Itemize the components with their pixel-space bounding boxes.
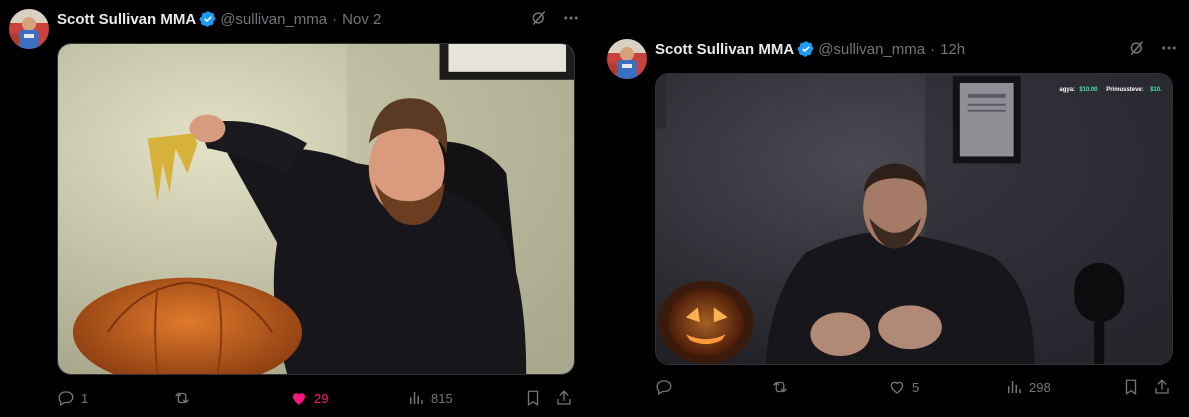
tweet-header: Scott Sullivan MMA @sullivan_mma · 12h [655, 39, 965, 59]
reply-icon [58, 391, 74, 406]
like-button[interactable]: 29 [290, 387, 328, 409]
share-icon [557, 390, 571, 405]
share-icon [1155, 379, 1169, 394]
tweet-actions: 5 298 [655, 376, 1175, 398]
more-icon[interactable] [1160, 39, 1178, 57]
bookmark-button[interactable] [524, 387, 542, 409]
bookmark-icon [527, 390, 539, 407]
author-name[interactable]: Scott Sullivan MMA [655, 41, 794, 58]
views-icon [410, 392, 423, 404]
views-button[interactable]: 298 [1005, 376, 1051, 398]
grok-icon[interactable] [1128, 39, 1146, 57]
view-count: 298 [1029, 379, 1051, 395]
share-button[interactable] [1153, 376, 1171, 398]
reply-button[interactable]: 1 [57, 387, 88, 409]
tweet-top-actions [1128, 39, 1178, 57]
separator-dot: · [930, 40, 936, 58]
bookmark-icon [1125, 379, 1137, 396]
like-count: 29 [314, 390, 329, 406]
tweet-card[interactable]: Scott Sullivan MMA @sullivan_mma · Nov 2 [0, 0, 590, 417]
tweet-card[interactable]: Scott Sullivan MMA @sullivan_mma · 12h a… [598, 30, 1189, 417]
retweet-button[interactable] [771, 376, 795, 398]
tweet-media-image[interactable]: agya: $10.00 Primussteve: $10. [655, 73, 1173, 365]
tweet-top-actions [530, 9, 580, 27]
avatar[interactable] [9, 9, 49, 49]
author-name[interactable]: Scott Sullivan MMA [57, 11, 196, 28]
tweet-header: Scott Sullivan MMA @sullivan_mma · Nov 2 [57, 9, 381, 29]
reply-icon [656, 380, 672, 395]
reply-button[interactable] [655, 376, 679, 398]
heart-icon [890, 381, 904, 394]
share-button[interactable] [555, 387, 573, 409]
views-icon [1008, 381, 1021, 393]
bookmark-button[interactable] [1122, 376, 1140, 398]
retweet-icon [773, 381, 787, 393]
tweet-actions: 1 29 815 [57, 387, 577, 409]
retweet-icon [175, 392, 189, 404]
more-icon[interactable] [562, 9, 580, 27]
author-handle[interactable]: @sullivan_mma [818, 41, 925, 58]
overlay-amount-1: $10.00 [1079, 87, 1098, 93]
like-button[interactable]: 5 [888, 376, 919, 398]
tweet-timestamp[interactable]: Nov 2 [342, 11, 381, 28]
like-count: 5 [912, 379, 920, 395]
verified-badge-icon [797, 41, 814, 57]
grok-icon[interactable] [530, 9, 548, 27]
overlay-donor-1: agya: [1059, 87, 1075, 93]
heart-icon [293, 393, 305, 405]
avatar[interactable] [607, 39, 647, 79]
separator-dot: · [332, 10, 338, 28]
verified-badge-icon [199, 11, 216, 27]
retweet-button[interactable] [173, 387, 197, 409]
view-count: 815 [431, 390, 453, 406]
overlay-donor-2: Primussteve: [1106, 87, 1143, 93]
tweet-media-image[interactable] [57, 43, 575, 375]
author-handle[interactable]: @sullivan_mma [220, 11, 327, 28]
views-button[interactable]: 815 [407, 387, 453, 409]
overlay-amount-2: $10. [1150, 87, 1162, 93]
tweet-timestamp[interactable]: 12h [940, 41, 965, 58]
reply-count: 1 [81, 390, 89, 406]
